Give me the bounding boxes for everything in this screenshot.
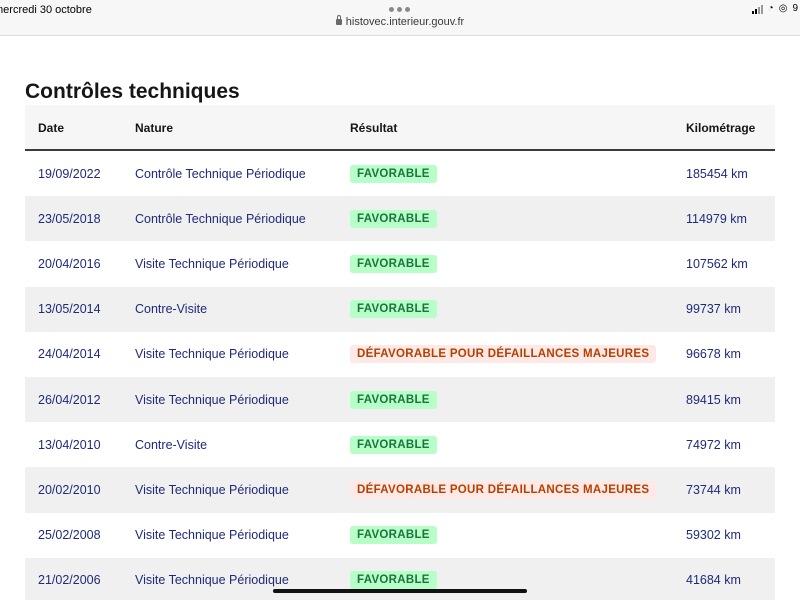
header-nature[interactable]: Nature — [135, 121, 173, 135]
row-date: 20/04/2016 — [38, 256, 101, 271]
row-result: FAVORABLE — [350, 390, 437, 409]
row-date: 21/02/2006 — [38, 573, 101, 588]
table-row: 19/09/2022 Contrôle Technique Périodique F… — [25, 151, 775, 197]
row-result: FAVORABLE — [350, 209, 437, 228]
row-result: DÉFAVORABLE POUR DÉFAILLANCES MAJEURES — [350, 480, 657, 499]
row-date: 26/04/2012 — [38, 392, 101, 407]
row-nature: Visite Technique Périodique — [135, 256, 289, 271]
row-mileage: 99737 km — [686, 302, 741, 317]
defavorable-badge: DÉFAVORABLE POUR DÉFAILLANCES MAJEURES — [350, 480, 657, 499]
table-row: 26/04/2012 Visite Technique Périodique FAV… — [25, 376, 775, 423]
row-nature: Visite Technique Périodique — [135, 528, 289, 543]
table-row: 13/04/2010 Contre-Visite FAVORABLE 74972 km — [25, 422, 775, 468]
row-mileage: 74972 km — [686, 437, 741, 452]
table-row: 24/04/2014 Visite Technique Périodique DÉF… — [25, 331, 775, 377]
lock-icon — [335, 15, 342, 25]
favorable-badge: FAVORABLE — [350, 435, 437, 454]
row-nature: Contre-Visite — [135, 302, 208, 317]
row-nature: Visite Technique Périodique — [135, 392, 289, 407]
status-icons: ◔ ◎ 9 — [751, 3, 798, 14]
row-result: FAVORABLE — [350, 300, 437, 319]
table-row: 23/05/2018 Contrôle Technique Périodique F… — [25, 196, 775, 242]
row-nature: Visite Technique Périodique — [135, 347, 289, 362]
favorable-badge: FAVORABLE — [350, 300, 437, 319]
home-indicator[interactable] — [273, 589, 527, 593]
table-header: Date Nature Résultat Kilométrage — [25, 105, 775, 151]
row-result: DÉFAVORABLE POUR DÉFAILLANCES MAJEURES — [350, 345, 657, 364]
row-date: 13/05/2014 — [38, 302, 101, 317]
row-mileage: 185454 km — [686, 166, 748, 181]
row-result: FAVORABLE — [350, 526, 437, 545]
table-row: 13/05/2014 Contre-Visite FAVORABLE 99737 km — [25, 286, 775, 332]
row-date: 24/04/2014 — [38, 347, 101, 362]
row-date: 20/02/2010 — [38, 482, 101, 497]
row-nature: Visite Technique Périodique — [135, 573, 289, 588]
favorable-badge: FAVORABLE — [350, 164, 437, 183]
favorable-badge: FAVORABLE — [350, 209, 437, 228]
wifi-icon: ◔ — [767, 3, 774, 14]
row-result: FAVORABLE — [350, 254, 437, 273]
row-nature: Contre-Visite — [135, 437, 208, 452]
row-mileage: 107562 km — [686, 256, 748, 271]
address-bar[interactable]: histovec.interieur.gouv.fr — [0, 15, 800, 28]
row-nature: Visite Technique Périodique — [135, 482, 289, 497]
favorable-badge: FAVORABLE — [350, 390, 437, 409]
signal-icon — [751, 4, 763, 14]
battery-icon: ◎ — [778, 3, 788, 14]
technical-inspections-table: Date Nature Résultat Kilométrage 19/09/2… — [25, 105, 775, 600]
row-mileage: 96678 km — [686, 347, 741, 362]
row-mileage: 114979 km — [686, 211, 747, 226]
favorable-badge: FAVORABLE — [350, 526, 437, 545]
row-mileage: 73744 km — [686, 482, 741, 497]
header-km[interactable]: Kilométrage — [686, 121, 755, 135]
row-mileage: 41684 km — [686, 573, 741, 588]
row-result: FAVORABLE — [350, 571, 437, 590]
table-row: 20/02/2010 Visite Technique Périodique DÉF… — [25, 467, 775, 513]
status-date: mercredi 30 octobre — [0, 4, 92, 16]
more-options-icon[interactable] — [389, 7, 410, 12]
favorable-badge: FAVORABLE — [350, 571, 437, 590]
favorable-badge: FAVORABLE — [350, 254, 437, 273]
row-date: 23/05/2018 — [38, 211, 101, 226]
row-result: FAVORABLE — [350, 164, 437, 183]
address-url: histovec.interieur.gouv.fr — [345, 16, 465, 28]
browser-status-bar: mercredi 30 octobre histovec.interieur.g… — [0, 0, 800, 36]
row-date: 25/02/2008 — [38, 528, 101, 543]
header-date[interactable]: Date — [38, 121, 64, 135]
battery-level: 9 — [792, 3, 798, 14]
row-mileage: 89415 km — [686, 392, 741, 407]
row-date: 19/09/2022 — [38, 166, 101, 181]
row-nature: Contrôle Technique Périodique — [135, 166, 306, 181]
row-mileage: 59302 km — [686, 528, 741, 543]
defavorable-badge: DÉFAVORABLE POUR DÉFAILLANCES MAJEURES — [350, 345, 657, 364]
row-date: 13/04/2010 — [38, 437, 101, 452]
page-title: Contrôles techniques — [25, 80, 240, 103]
header-result[interactable]: Résultat — [350, 121, 397, 135]
row-nature: Contrôle Technique Périodique — [135, 211, 306, 226]
table-body: 19/09/2022 Contrôle Technique Périodique F… — [25, 151, 775, 600]
row-result: FAVORABLE — [350, 435, 437, 454]
table-row: 20/04/2016 Visite Technique Périodique FAV… — [25, 241, 775, 287]
table-row: 21/02/2006 Visite Technique Périodique FAV… — [25, 557, 775, 600]
table-row: 25/02/2008 Visite Technique Périodique FAV… — [25, 512, 775, 558]
